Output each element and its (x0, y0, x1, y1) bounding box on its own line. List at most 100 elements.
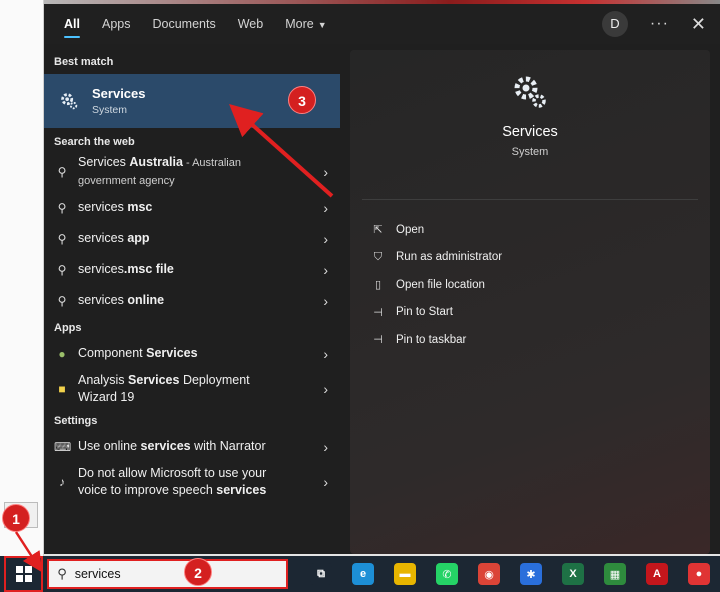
setting-result-text: Do not allow Microsoft to use your voice … (78, 465, 317, 499)
search-icon: ⚲ (57, 566, 67, 581)
tab-label: All (64, 17, 80, 31)
tab-documents[interactable]: Documents (152, 4, 215, 44)
result-text-pre: Component (78, 346, 147, 360)
action-run-as-administrator[interactable]: ⛉ Run as administrator (370, 244, 710, 272)
web-result-item[interactable]: ⚲ services app › (44, 223, 340, 254)
action-label: Pin to Start (396, 306, 453, 319)
section-settings: Settings (54, 415, 98, 427)
whatsapp-icon[interactable]: ✆ (436, 563, 458, 585)
result-text-pre: Do not allow Microsoft to use your (78, 466, 267, 480)
web-result-item[interactable]: ⚲ services online › (44, 285, 340, 316)
chevron-right-icon: › (323, 345, 328, 362)
desktop-window-edge (0, 0, 44, 556)
chevron-right-icon: › (323, 230, 328, 247)
ellipsis-icon[interactable]: ··· (650, 15, 669, 33)
result-text-post: Deployment (179, 373, 250, 387)
web-result-text: services.msc file (78, 261, 317, 278)
gear-icon (61, 93, 78, 110)
web-result-item[interactable]: ⚲ services msc › (44, 192, 340, 223)
action-label: Open file location (396, 278, 485, 291)
result-text-bold: .msc file (123, 262, 174, 276)
result-text-pre: services (78, 262, 124, 276)
folder-icon: ▯ (374, 279, 382, 292)
speech-icon: ♪ (59, 475, 65, 489)
chevron-right-icon: › (323, 199, 328, 216)
setting-result-text: Use online services with Narrator (78, 438, 317, 455)
action-open[interactable]: ⇱ Open (370, 216, 710, 244)
tab-more[interactable]: More ▼ (285, 4, 326, 44)
action-pin-to-start[interactable]: ⊣ Pin to Start (370, 299, 710, 327)
action-pin-to-taskbar[interactable]: ⊣ Pin to taskbar (370, 326, 710, 354)
edge-icon[interactable]: e (352, 563, 374, 585)
result-text-pre: services (78, 231, 128, 245)
open-icon: ⇱ (373, 224, 383, 237)
tab-label: Documents (152, 17, 216, 31)
result-text-post: - Australian (182, 157, 241, 169)
action-label: Open (396, 223, 425, 236)
annotation-badge-3: 3 (288, 86, 316, 114)
web-result-text: services msc (78, 199, 317, 216)
task-view-icon[interactable]: ⧉ (310, 563, 332, 585)
avatar[interactable]: D (601, 11, 628, 37)
chevron-right-icon: › (323, 292, 328, 309)
taskbar-search-box[interactable]: ⚲ (47, 559, 288, 589)
acrobat-icon[interactable]: A (646, 563, 668, 585)
web-result-text: Services Australia - Australian governme… (78, 154, 317, 190)
chevron-right-icon: › (323, 261, 328, 278)
section-best-match: Best match (54, 56, 114, 68)
shield-icon: ⛉ (373, 250, 383, 263)
setting-result-item[interactable]: ⌨ Use online services with Narrator › (44, 431, 340, 462)
web-result-text: services app (78, 230, 317, 247)
recorder-icon[interactable]: ● (688, 563, 710, 585)
chrome-icon[interactable]: ◉ (478, 563, 500, 585)
tab-web[interactable]: Web (238, 4, 263, 44)
close-icon[interactable]: ✕ (691, 14, 706, 35)
preview-title: Services (502, 124, 558, 140)
taskbar: ⚲ ⧉ e ▬ ✆ ◉ ✱ X ▦ A ● (0, 556, 720, 592)
app-result-item[interactable]: ● Component Services › (44, 338, 340, 369)
windows-logo-icon (15, 566, 32, 582)
web-result-item[interactable]: ⚲ services.msc file › (44, 254, 340, 285)
analysis-services-icon: ■ (58, 382, 66, 396)
result-text-bold: Services (128, 373, 180, 387)
action-label: Run as administrator (396, 251, 503, 264)
pin-icon: ⊣ (373, 334, 383, 347)
action-label: Pin to taskbar (396, 333, 467, 346)
result-text-post: with Narrator (190, 439, 266, 453)
chevron-right-icon: › (323, 164, 328, 180)
result-text-pre: Use online (78, 439, 141, 453)
web-result-item[interactable]: ⚲ Services Australia - Australian govern… (44, 152, 340, 192)
spreadsheet-icon[interactable]: ▦ (604, 563, 626, 585)
annotation-badge-2: 2 (184, 558, 212, 586)
tab-all[interactable]: All (64, 4, 80, 44)
preview-actions: ⇱ Open ⛉ Run as administrator ▯ Open file l… (350, 200, 710, 354)
app-result-text: Analysis Services Deployment Wizard 19 (78, 372, 317, 406)
file-explorer-icon[interactable]: ▬ (394, 563, 416, 585)
best-match-type: System (92, 104, 128, 116)
search-panel: All Apps Documents Web More ▼ D ··· ✕ Bes… (44, 4, 720, 554)
result-text-pre: Analysis (78, 373, 129, 387)
tab-apps[interactable]: Apps (102, 4, 131, 44)
chevron-right-icon: › (323, 474, 328, 490)
setting-result-item[interactable]: ♪ Do not allow Microsoft to use your voic… (44, 462, 340, 502)
settings-app-icon[interactable]: ✱ (520, 563, 542, 585)
tab-label: Web (237, 17, 264, 31)
result-text-line2: Wizard 19 (78, 390, 135, 404)
section-search-web: Search the web (54, 136, 135, 148)
result-text-bold: Services (146, 346, 198, 360)
chevron-right-icon: › (323, 438, 328, 455)
excel-icon[interactable]: X (562, 563, 584, 585)
results-list: Best match Services System Search the we… (44, 44, 340, 554)
app-result-item[interactable]: ■ Analysis Services Deployment Wizard 19 … (44, 369, 340, 409)
tab-label: Apps (101, 17, 131, 31)
web-result-text: services online (78, 292, 317, 309)
search-icon: ⚲ (57, 200, 67, 215)
action-open-file-location[interactable]: ▯ Open file location (370, 271, 710, 299)
result-text-bold: app (127, 231, 150, 245)
result-text-bold: msc (127, 200, 153, 214)
preview-pane: Services System ⇱ Open ⛉ Run as administra… (350, 50, 710, 554)
result-text-bold: Australia (129, 155, 183, 169)
search-icon: ⚲ (57, 165, 67, 179)
start-button[interactable] (4, 556, 44, 592)
narrator-icon: ⌨ (54, 439, 72, 454)
